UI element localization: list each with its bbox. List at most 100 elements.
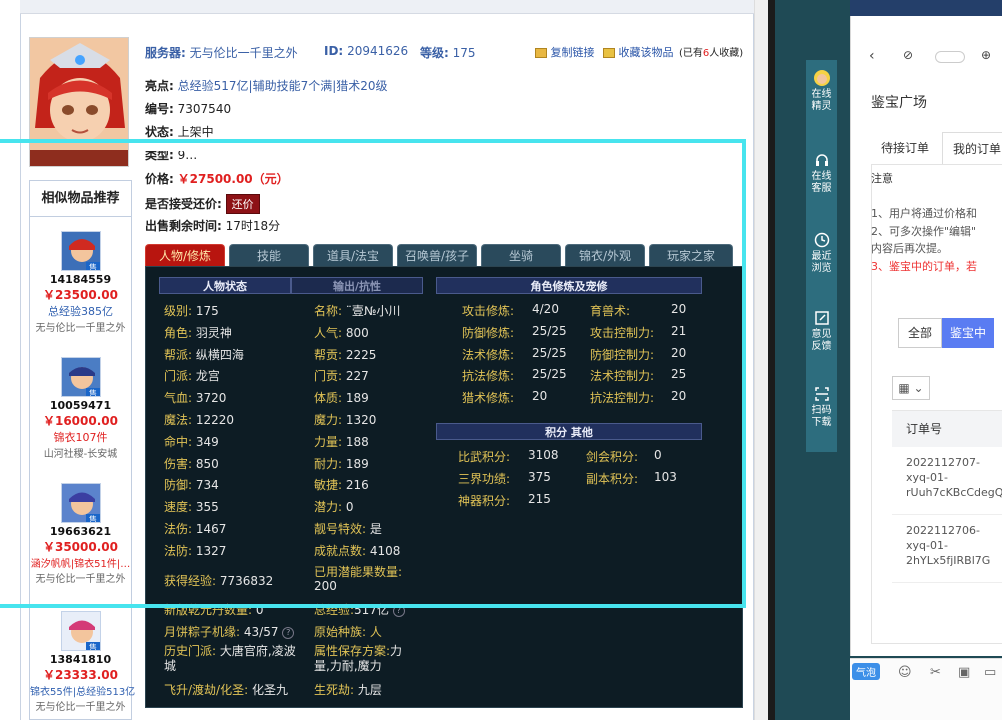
vertical-scrollbar[interactable] bbox=[754, 0, 768, 720]
id-value: 20941626 bbox=[347, 44, 409, 58]
tab-my-orders[interactable]: 我的订单 bbox=[942, 132, 1002, 164]
note-line: 2、可多次操作"编辑" bbox=[871, 225, 977, 238]
note-title: 注意 bbox=[871, 172, 893, 185]
sidebar-item-recent[interactable]: 最近浏览 bbox=[806, 232, 837, 275]
character-detail-panel: 人物状态 输出/抗性 级别: 175 名称: ¨壹№小川 角色: 羽灵神 人气: 80… bbox=[145, 266, 743, 708]
tab-home[interactable]: 玩家之家 bbox=[649, 244, 733, 266]
bargain-line: 是否接受还价: 还价 bbox=[145, 194, 260, 214]
server-value: 无与伦比一千里之外 bbox=[189, 46, 298, 60]
score-item: 剑会积分: bbox=[586, 450, 639, 464]
related-item[interactable]: 售 19663621 ￥35000.00 涵汐帆帆|锦衣51件|… 无与伦比一千… bbox=[30, 483, 131, 585]
character-portrait-icon bbox=[30, 38, 128, 166]
edit-icon bbox=[814, 310, 830, 326]
svg-text:售: 售 bbox=[89, 514, 97, 523]
scan-icon bbox=[814, 386, 830, 402]
tab-mounts[interactable]: 坐骑 bbox=[481, 244, 561, 266]
orders-table: 订单号 2022112707-xyq-01-rUuh7cKBcCdegQ 202… bbox=[892, 410, 1002, 584]
exp-row: 获得经验: 7736832 bbox=[164, 574, 274, 588]
tab-skills[interactable]: 技能 bbox=[229, 244, 309, 266]
cultivation-title: 角色修炼及宠修 bbox=[436, 277, 702, 294]
tab-appearance[interactable]: 锦衣/外观 bbox=[565, 244, 645, 266]
chevron-down-icon: ⌄ bbox=[913, 381, 924, 395]
cultivation-item: 法术修炼: bbox=[462, 347, 515, 362]
help-icon[interactable]: ? bbox=[282, 626, 295, 639]
mini-title: 鉴宝广场 bbox=[871, 95, 927, 111]
stat-item: 命中: 349 bbox=[164, 434, 219, 449]
cultivation-value: 21 bbox=[671, 323, 687, 338]
stat-item: 靓号特效: 是 bbox=[314, 522, 382, 536]
bargain-button[interactable]: 还价 bbox=[225, 194, 260, 214]
stat-item: 魔力: 1320 bbox=[314, 413, 377, 427]
help-icon[interactable]: ? bbox=[392, 604, 405, 617]
favorite-button[interactable]: 收藏该物品 bbox=[603, 44, 674, 60]
subtab-output[interactable]: 输出/抗性 bbox=[291, 277, 423, 294]
folder-icon[interactable]: ▭ bbox=[984, 665, 996, 680]
column-settings-button[interactable]: ▦ ⌄ bbox=[892, 376, 930, 400]
score-title: 积分 其他 bbox=[436, 423, 702, 440]
price-line: 价格: ￥27500.00（元） bbox=[145, 172, 289, 186]
back-icon[interactable]: ‹ bbox=[869, 48, 875, 64]
clock-icon bbox=[814, 232, 830, 248]
score-item: 三界功绩: bbox=[458, 471, 511, 486]
stat-item: 防御: 734 bbox=[164, 478, 219, 493]
scissors-icon[interactable]: ✂ bbox=[930, 665, 941, 680]
stat-item: 气血: 3720 bbox=[164, 391, 227, 406]
table-row[interactable]: 2022112707-xyq-01-rUuh7cKBcCdegQ bbox=[892, 447, 1002, 515]
pin-icon[interactable]: ⊘ bbox=[903, 48, 913, 62]
filter-appraising-button[interactable]: 鉴宝中 bbox=[942, 318, 994, 348]
tab-items[interactable]: 道具/法宝 bbox=[313, 244, 393, 266]
related-item[interactable]: 售 14184559 ￥23500.00 总经验385亿 无与伦比一千里之外 bbox=[30, 231, 131, 334]
globe-icon[interactable]: ⊕ bbox=[981, 48, 991, 62]
page-top-strip bbox=[20, 0, 754, 14]
grid-icon: ▦ bbox=[898, 381, 910, 395]
floating-sidebar: 在线精灵 在线客服 最近浏览 意见反馈 扫码下载 bbox=[806, 60, 837, 452]
stat-item: 帮派: 纵横四海 bbox=[164, 347, 244, 362]
cultivation-value: 4/20 bbox=[532, 302, 559, 316]
cultivation-value: 25/25 bbox=[532, 323, 567, 338]
headset-icon bbox=[814, 152, 830, 168]
server-line: 服务器: 无与伦比一千里之外 bbox=[145, 44, 298, 61]
character-avatar bbox=[29, 37, 129, 167]
stat-item: 法伤: 1467 bbox=[164, 522, 227, 536]
cultivation-value: 25/25 bbox=[532, 345, 567, 360]
ascend-row: 飞升/渡劫/化圣: 化圣九 bbox=[164, 683, 288, 697]
level-value: 175 bbox=[452, 46, 476, 60]
bottom-toolbar: 气泡 ☺ ✂ ▣ ▭ bbox=[850, 658, 1002, 720]
total-exp-row: 总经验:517亿 ? bbox=[314, 601, 405, 618]
filter-all-button[interactable]: 全部 bbox=[898, 318, 942, 348]
related-item[interactable]: 售 10059471 ￥16000.00 锦衣107件 山河社稷-长安城 bbox=[30, 357, 131, 460]
copy-link-button[interactable]: 复制链接 bbox=[535, 44, 595, 60]
emoji-icon[interactable]: ☺ bbox=[898, 665, 912, 680]
sidebar-item-customer-service[interactable]: 在线客服 bbox=[806, 152, 837, 195]
status-line: 状态: 上架中 bbox=[145, 125, 214, 139]
role-thumbnail-icon: 售 bbox=[60, 611, 101, 651]
table-header: 订单号 bbox=[892, 411, 1002, 447]
stat-item: 门派: 龙宫 bbox=[164, 369, 220, 384]
stat-item: 伤害: 850 bbox=[164, 456, 219, 471]
more-icon[interactable] bbox=[935, 51, 965, 63]
table-row[interactable]: 2022112706-xyq-01-2hYLx5fjIRBl7G bbox=[892, 515, 1002, 583]
score-value: 215 bbox=[528, 491, 551, 506]
sidebar-item-feedback[interactable]: 意见反馈 bbox=[806, 310, 837, 353]
subtab-status[interactable]: 人物状态 bbox=[159, 277, 291, 294]
race-row: 原始种族: 人 bbox=[314, 625, 382, 639]
sidebar-item-online-sprite[interactable]: 在线精灵 bbox=[806, 70, 837, 113]
image-icon[interactable]: ▣ bbox=[958, 665, 970, 680]
cultivation-item: 法术控制力: bbox=[590, 369, 655, 384]
note-line: 1、用户将通过价格和 bbox=[871, 207, 977, 220]
history-row: 历史门派: 大唐官府,凌波城 bbox=[164, 644, 296, 673]
stat-item: 体质: 189 bbox=[314, 391, 369, 406]
tab-pets[interactable]: 召唤兽/孩子 bbox=[397, 244, 477, 266]
cultivation-item: 抗法控制力: bbox=[590, 391, 655, 406]
tab-character[interactable]: 人物/修炼 bbox=[145, 244, 225, 266]
favorite-icon bbox=[603, 48, 615, 58]
score-item: 副本积分: bbox=[586, 471, 639, 486]
stat-item: 成就点数: 4108 bbox=[314, 543, 401, 558]
tab-pending-orders[interactable]: 待接订单 bbox=[881, 132, 929, 164]
server-label: 服务器: bbox=[145, 46, 186, 60]
life-row: 生死劫: 九层 bbox=[314, 683, 382, 697]
status-value: 上架中 bbox=[177, 125, 214, 139]
related-item[interactable]: 售 13841810 ￥23333.00 锦衣55件|总经验513亿 无与伦比一… bbox=[30, 611, 135, 713]
sidebar-item-download[interactable]: 扫码下载 bbox=[806, 386, 837, 429]
bubble-tag[interactable]: 气泡 bbox=[852, 663, 880, 680]
